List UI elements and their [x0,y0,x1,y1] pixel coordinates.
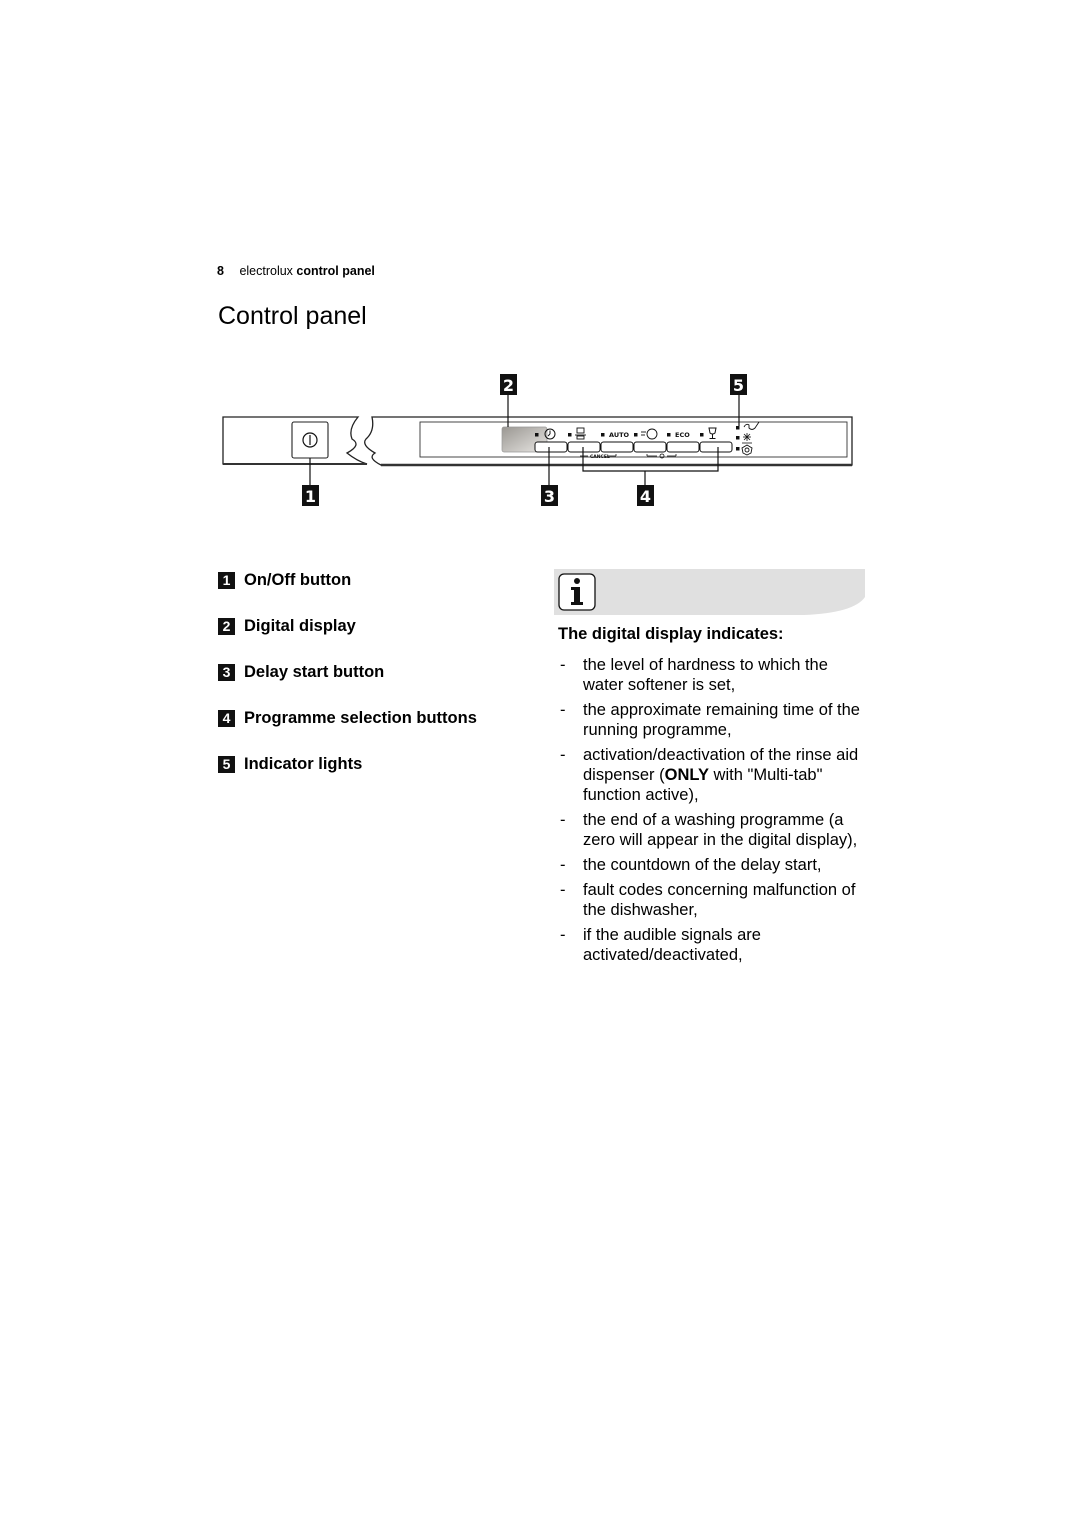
list-item: - activation/deactivation of the rinse ai… [558,745,868,805]
programme-button-glass[interactable] [699,441,733,453]
list-item: - if the audible signals are activated/de… [558,925,868,965]
bullet-dash: - [560,926,566,944]
list-item: - the level of hardness to which the wate… [558,655,868,695]
list-item-text: the level of hardness to which the water… [583,656,828,694]
callout-5: 5 [733,376,744,395]
list-item-text: if the audible signals are activated/dea… [583,926,761,964]
led-eco [667,433,671,437]
delay-start-button[interactable] [534,441,568,453]
legend-list: 1 On/Off button 2 Digital display 3 Dela… [218,569,477,799]
programme-button-auto[interactable] [600,441,634,453]
eco-label: ECO [675,431,690,439]
cancel-label: CANCEL [590,454,610,460]
list-item-text: fault codes concerning malfunction of th… [583,881,856,919]
led-auto [601,433,605,437]
legend-label: Programme selection buttons [244,708,477,727]
legend-number: 1 [218,571,235,589]
list-item-emphasis: ONLY [664,766,709,784]
page-number: 8 [217,264,224,278]
led-quick [634,433,638,437]
page-title: Control panel [218,302,367,330]
panel-inner-area [419,421,848,458]
section-name: control panel [296,264,375,278]
led-delay [535,433,539,437]
list-item-text: the countdown of the delay start, [583,856,822,874]
page-header: 8 electrolux control panel [217,264,375,278]
programme-button-pots[interactable] [567,441,601,453]
legend-item: 5 Indicator lights [218,753,477,775]
indicator-light-rinse-aid [736,426,740,430]
led-glass [700,433,704,437]
bullet-dash: - [560,656,566,674]
control-panel-diagram: AUTO ECO CANCEL 2 5 1 3 4 [222,374,853,506]
list-item: - fault codes concerning malfunction of t… [558,880,868,920]
callout-2: 2 [503,376,514,395]
legend-label: On/Off button [244,570,352,589]
legend-number: 4 [218,709,235,727]
bullet-dash: - [560,811,566,829]
legend-item: 1 On/Off button [218,569,477,591]
callout-4: 4 [640,487,651,506]
callout-3: 3 [544,487,555,506]
legend-item: 2 Digital display [218,615,477,637]
legend-item: 4 Programme selection buttons [218,707,477,729]
info-icon [558,573,596,611]
list-item: - the approximate remaining time of the r… [558,700,868,740]
legend-number: 2 [218,617,235,635]
programme-button-eco[interactable] [666,441,700,453]
bullet-dash: - [560,701,566,719]
info-box [554,569,865,615]
programme-button-quick[interactable] [633,441,667,453]
legend-number: 3 [218,663,235,681]
indicator-light-salt [736,436,740,440]
led-pots [568,433,572,437]
auto-label: AUTO [609,431,630,439]
info-heading: The digital display indicates: [558,625,784,643]
list-item: - the end of a washing programme (a zero … [558,810,868,850]
legend-label: Delay start button [244,662,385,681]
legend-label: Indicator lights [244,754,363,773]
list-item-text: the end of a washing programme (a zero w… [583,811,858,849]
legend-number: 5 [218,755,235,773]
legend-label: Digital display [244,616,356,635]
list-item: - the countdown of the delay start, [558,855,868,875]
indicator-light-multitab [736,447,740,451]
list-item-text: the approximate remaining time of the ru… [583,701,860,739]
bullet-dash: - [560,856,566,874]
display-indications-list: - the level of hardness to which the wate… [558,655,868,970]
callout-1: 1 [305,487,316,506]
legend-item: 3 Delay start button [218,661,477,683]
bullet-dash: - [560,881,566,899]
bullet-dash: - [560,746,566,764]
brand-name: electrolux [239,264,293,278]
